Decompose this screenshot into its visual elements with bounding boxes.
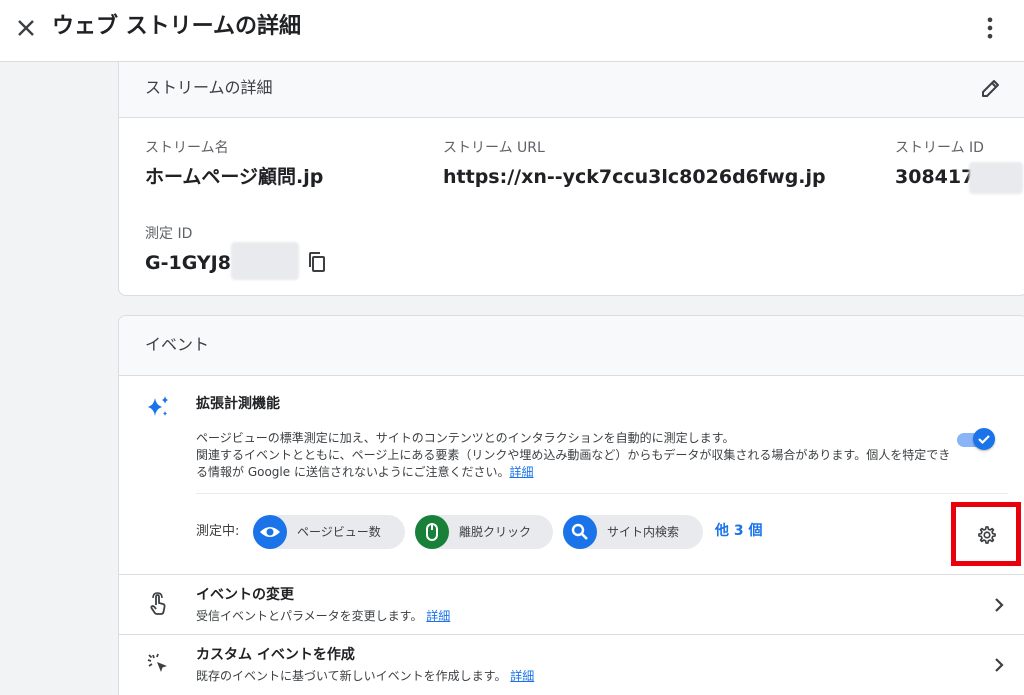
stream-details-header: ストリームの詳細 (119, 62, 1024, 118)
enhanced-settings-highlight (951, 502, 1021, 566)
create-event-subtitle: 既存のイベントに基づいて新しいイベントを作成します。 詳細 (196, 667, 534, 685)
modify-events-learn-more-link[interactable]: 詳細 (426, 609, 450, 623)
eye-icon (253, 515, 287, 549)
top-bar: ウェブ ストリームの詳細 (0, 0, 1024, 62)
stream-name-label: ストリーム名 (145, 140, 229, 156)
page-title: ウェブ ストリームの詳細 (52, 14, 302, 39)
redacted-measurement-id (231, 242, 299, 280)
redacted-stream-id (969, 162, 1023, 194)
stream-url-value: https://xn--yck7ccu3lc8026d6fwg.jp (443, 166, 826, 188)
click-icon (147, 653, 167, 672)
events-header: イベント (119, 316, 1024, 376)
stream-id-label: ストリーム ID (895, 140, 984, 156)
enhanced-measurement-title: 拡張計測機能 (196, 396, 280, 412)
measurement-id-value: G-1GYJ8 (145, 252, 231, 274)
modify-events-subtitle-text: 受信イベントとパラメータを変更します。 (196, 609, 423, 623)
chip-page-views-label: ページビュー数 (297, 525, 381, 539)
copy-icon[interactable] (305, 250, 329, 274)
modify-events-row[interactable]: イベントの変更 受信イベントとパラメータを変更します。 詳細 (119, 574, 1024, 634)
modify-events-title: イベントの変更 (196, 587, 294, 603)
sparkle-icon (148, 396, 168, 416)
stream-details-title: ストリームの詳細 (145, 78, 273, 97)
stream-url-label: ストリーム URL (443, 140, 545, 156)
measurement-id-label: 測定 ID (145, 226, 193, 242)
description-line-1: ページビューの標準測定に加え、サイトのコンテンツとのインタラクションを自動的に測… (196, 431, 735, 445)
events-card: イベント 拡張計測機能 ページビューの標準測定に加え、サイトのコンテンツとのイン… (118, 315, 1024, 695)
events-title: イベント (145, 335, 210, 354)
toggle-knob (973, 428, 995, 450)
chip-outbound-clicks[interactable]: 離脱クリック (415, 515, 553, 549)
stream-details-card: ストリームの詳細 ストリーム名 ホームページ顧問.jp ストリーム URL ht… (118, 62, 1024, 296)
chip-site-search-label: サイト内検索 (607, 525, 680, 539)
more-vert-icon[interactable] (976, 14, 1004, 42)
touch-icon (150, 592, 166, 615)
create-event-row[interactable]: カスタム イベントを作成 既存のイベントに基づいて新しいイベントを作成します。 … (119, 634, 1024, 694)
edit-icon[interactable] (979, 76, 1003, 100)
mouse-icon (415, 515, 449, 549)
modify-events-subtitle: 受信イベントとパラメータを変更します。 詳細 (196, 607, 450, 625)
create-event-subtitle-text: 既存のイベントに基づいて新しいイベントを作成します。 (196, 669, 507, 683)
measuring-label: 測定中: (196, 524, 240, 539)
enhanced-learn-more-link[interactable]: 詳細 (509, 465, 533, 479)
check-icon (978, 435, 990, 445)
enhanced-measurement-description: ページビューの標準測定に加え、サイトのコンテンツとのインタラクションを自動的に測… (196, 430, 956, 481)
stream-name-value: ホームページ顧問.jp (145, 166, 324, 188)
description-line-2: 関連するイベントとともに、ページ上にある要素（リンクや埋め込み動画など）からもデ… (196, 447, 956, 481)
create-event-title: カスタム イベントを作成 (196, 647, 355, 663)
more-events-link[interactable]: 他 3 個 (715, 521, 763, 541)
create-event-learn-more-link[interactable]: 詳細 (510, 669, 534, 683)
chip-site-search[interactable]: サイト内検索 (563, 515, 703, 549)
close-icon[interactable] (12, 14, 40, 42)
search-icon (563, 515, 597, 549)
chevron-right-icon (995, 598, 1004, 612)
chevron-right-icon (995, 658, 1004, 672)
stream-id-value: 308417 (895, 166, 975, 188)
chip-page-views[interactable]: ページビュー数 (253, 515, 405, 549)
divider (196, 493, 1008, 494)
gear-icon[interactable] (976, 524, 998, 546)
chip-outbound-clicks-label: 離脱クリック (459, 525, 532, 539)
enhanced-measurement-toggle[interactable] (955, 426, 997, 452)
description-line-2-text: 関連するイベントとともに、ページ上にある要素（リンクや埋め込み動画など）からもデ… (196, 448, 951, 479)
